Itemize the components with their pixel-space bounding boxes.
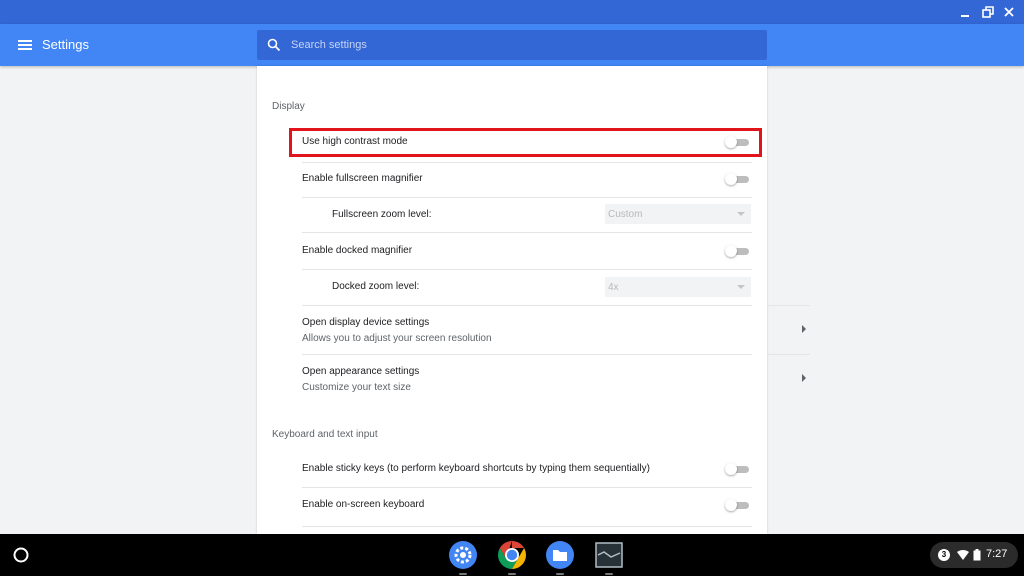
fullscreen-magnifier-row[interactable]: Enable fullscreen magnifier (302, 173, 752, 184)
app-header: Settings (0, 24, 1024, 66)
restore-icon[interactable] (980, 4, 996, 20)
appearance-settings-label: Open appearance settings (302, 366, 420, 377)
divider (302, 305, 752, 306)
sticky-keys-row[interactable]: Enable sticky keys (to perform keyboard … (302, 463, 752, 474)
onscreen-keyboard-row[interactable]: Enable on-screen keyboard (302, 499, 752, 510)
status-tray[interactable]: 3 7:27 (930, 542, 1018, 568)
docked-magnifier-row[interactable]: Enable docked magnifier (302, 245, 752, 256)
fullscreen-zoom-value: Custom (608, 209, 643, 220)
running-indicator (459, 573, 467, 575)
divider (302, 487, 752, 488)
divider (302, 197, 752, 198)
settings-card: Display Use high contrast mode Enable fu… (257, 66, 767, 534)
section-title-keyboard: Keyboard and text input (272, 429, 378, 440)
notification-badge: 3 (938, 549, 950, 561)
screenshot-app-icon[interactable] (594, 540, 624, 570)
section-title-display: Display (272, 101, 305, 112)
search-icon (267, 38, 281, 52)
wifi-icon (957, 550, 969, 560)
fullscreen-magnifier-label: Enable fullscreen magnifier (302, 173, 423, 184)
divider (767, 354, 810, 355)
running-indicator (605, 573, 613, 575)
divider (302, 232, 752, 233)
docked-zoom-label: Docked zoom level: (332, 281, 420, 292)
chrome-icon[interactable] (497, 540, 527, 570)
chevron-right-icon[interactable] (800, 325, 808, 333)
docked-magnifier-label: Enable docked magnifier (302, 245, 413, 256)
docked-magnifier-toggle[interactable] (725, 245, 749, 257)
close-icon[interactable] (1001, 4, 1017, 20)
display-device-settings-label: Open display device settings (302, 317, 430, 328)
running-indicator (508, 573, 516, 575)
onscreen-keyboard-toggle[interactable] (725, 499, 749, 511)
divider (767, 305, 810, 306)
high-contrast-toggle[interactable] (725, 136, 749, 148)
dropdown-arrow-icon (737, 212, 745, 216)
search-input[interactable] (291, 30, 751, 60)
onscreen-keyboard-label: Enable on-screen keyboard (302, 499, 425, 510)
fullscreen-zoom-select[interactable]: Custom (605, 204, 751, 224)
window-title-bar (0, 0, 1024, 24)
minimize-icon[interactable] (957, 4, 973, 20)
clock: 7:27 (986, 548, 1008, 560)
settings-icon[interactable] (448, 540, 478, 570)
page-title: Settings (42, 37, 89, 52)
sticky-keys-toggle[interactable] (725, 463, 749, 475)
divider (302, 269, 752, 270)
high-contrast-label: Use high contrast mode (302, 136, 408, 147)
display-device-settings-row[interactable]: Open display device settings Allows you … (302, 317, 752, 344)
launcher-icon[interactable] (12, 546, 30, 564)
shelf: 3 7:27 (0, 534, 1024, 576)
dropdown-arrow-icon (737, 285, 745, 289)
docked-zoom-value: 4x (608, 282, 619, 293)
appearance-settings-sublabel: Customize your text size (302, 382, 411, 393)
fullscreen-zoom-label: Fullscreen zoom level: (332, 209, 432, 220)
chevron-right-icon[interactable] (800, 374, 808, 382)
sticky-keys-label: Enable sticky keys (to perform keyboard … (302, 463, 650, 474)
display-device-settings-sublabel: Allows you to adjust your screen resolut… (302, 333, 492, 344)
files-icon[interactable] (545, 540, 575, 570)
divider (302, 162, 752, 163)
search-box[interactable] (257, 30, 767, 60)
appearance-settings-row[interactable]: Open appearance settings Customize your … (302, 366, 752, 393)
fullscreen-magnifier-toggle[interactable] (725, 173, 749, 185)
battery-icon (973, 549, 981, 561)
divider (302, 526, 752, 527)
docked-zoom-select[interactable]: 4x (605, 277, 751, 297)
high-contrast-row[interactable]: Use high contrast mode (302, 136, 752, 147)
running-indicator (556, 573, 564, 575)
divider (302, 354, 752, 355)
menu-icon[interactable] (17, 37, 33, 53)
